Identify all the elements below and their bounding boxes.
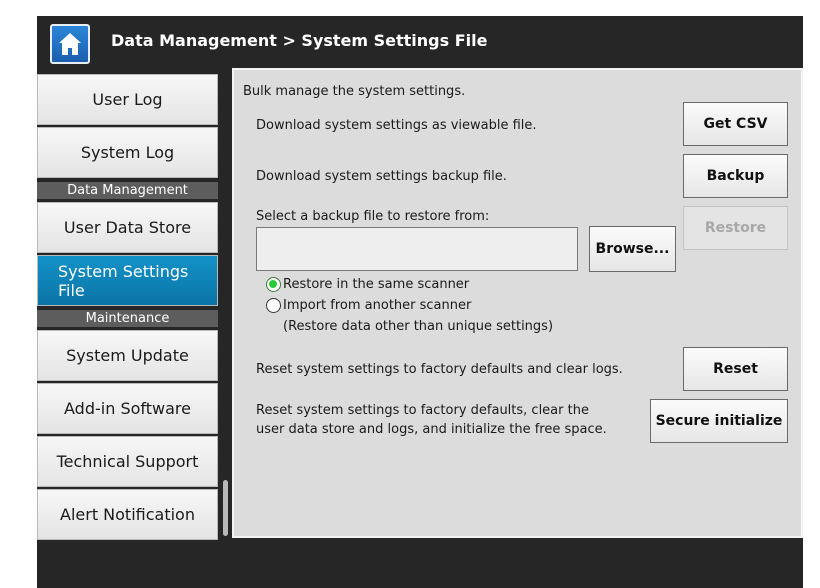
sidebar-nav: User Log System Log Data Management User…	[37, 74, 218, 546]
settings-panel: Bulk manage the system settings. Downloa…	[232, 68, 803, 538]
radio-checked-icon	[266, 277, 281, 292]
sidebar-section-maintenance: Maintenance	[37, 310, 218, 327]
sidebar-item-user-log[interactable]: User Log	[37, 74, 218, 125]
radio-import-another-scanner[interactable]: Import from another scanner	[266, 298, 471, 313]
backup-file-input[interactable]	[256, 227, 578, 271]
home-icon	[59, 33, 81, 55]
browse-button[interactable]: Browse...	[589, 226, 676, 272]
reset-description: Reset system settings to factory default…	[256, 362, 623, 377]
radio-label: Import from another scanner	[283, 298, 472, 313]
secure-description-line2: user data store and logs, and initialize…	[256, 422, 607, 437]
home-button[interactable]	[50, 24, 90, 64]
backup-button[interactable]: Backup	[683, 154, 788, 198]
sidebar-section-data-management: Data Management	[37, 182, 218, 199]
sidebar-item-add-in-software[interactable]: Add-in Software	[37, 383, 218, 434]
page-title: Data Management > System Settings File	[111, 31, 488, 50]
reset-button[interactable]: Reset	[683, 347, 788, 391]
radio-label: Restore in the same scanner	[283, 277, 470, 292]
sidebar-item-system-update[interactable]: System Update	[37, 330, 218, 381]
backup-description: Download system settings backup file.	[256, 169, 507, 184]
sidebar-item-user-data-store[interactable]: User Data Store	[37, 202, 218, 253]
sidebar-item-system-settings-file[interactable]: System Settings File	[37, 255, 218, 306]
radio-restore-same-scanner[interactable]: Restore in the same scanner	[266, 277, 469, 292]
csv-description: Download system settings as viewable fil…	[256, 118, 537, 133]
restore-label: Select a backup file to restore from:	[256, 209, 490, 224]
secure-description-line1: Reset system settings to factory default…	[256, 403, 589, 418]
restore-button[interactable]: Restore	[683, 206, 788, 250]
sidebar-item-technical-support[interactable]: Technical Support	[37, 436, 218, 487]
get-csv-button[interactable]: Get CSV	[683, 102, 788, 146]
sidebar-scrollbar[interactable]	[223, 480, 228, 536]
sidebar-item-alert-notification[interactable]: Alert Notification	[37, 489, 218, 540]
intro-text: Bulk manage the system settings.	[243, 84, 466, 99]
restore-note: (Restore data other than unique settings…	[283, 319, 554, 334]
secure-initialize-button[interactable]: Secure initialize	[650, 399, 788, 443]
title-bar: Data Management > System Settings File	[37, 16, 803, 68]
app-window: Data Management > System Settings File U…	[37, 16, 803, 588]
sidebar-item-system-log[interactable]: System Log	[37, 127, 218, 178]
radio-unchecked-icon	[266, 298, 281, 313]
